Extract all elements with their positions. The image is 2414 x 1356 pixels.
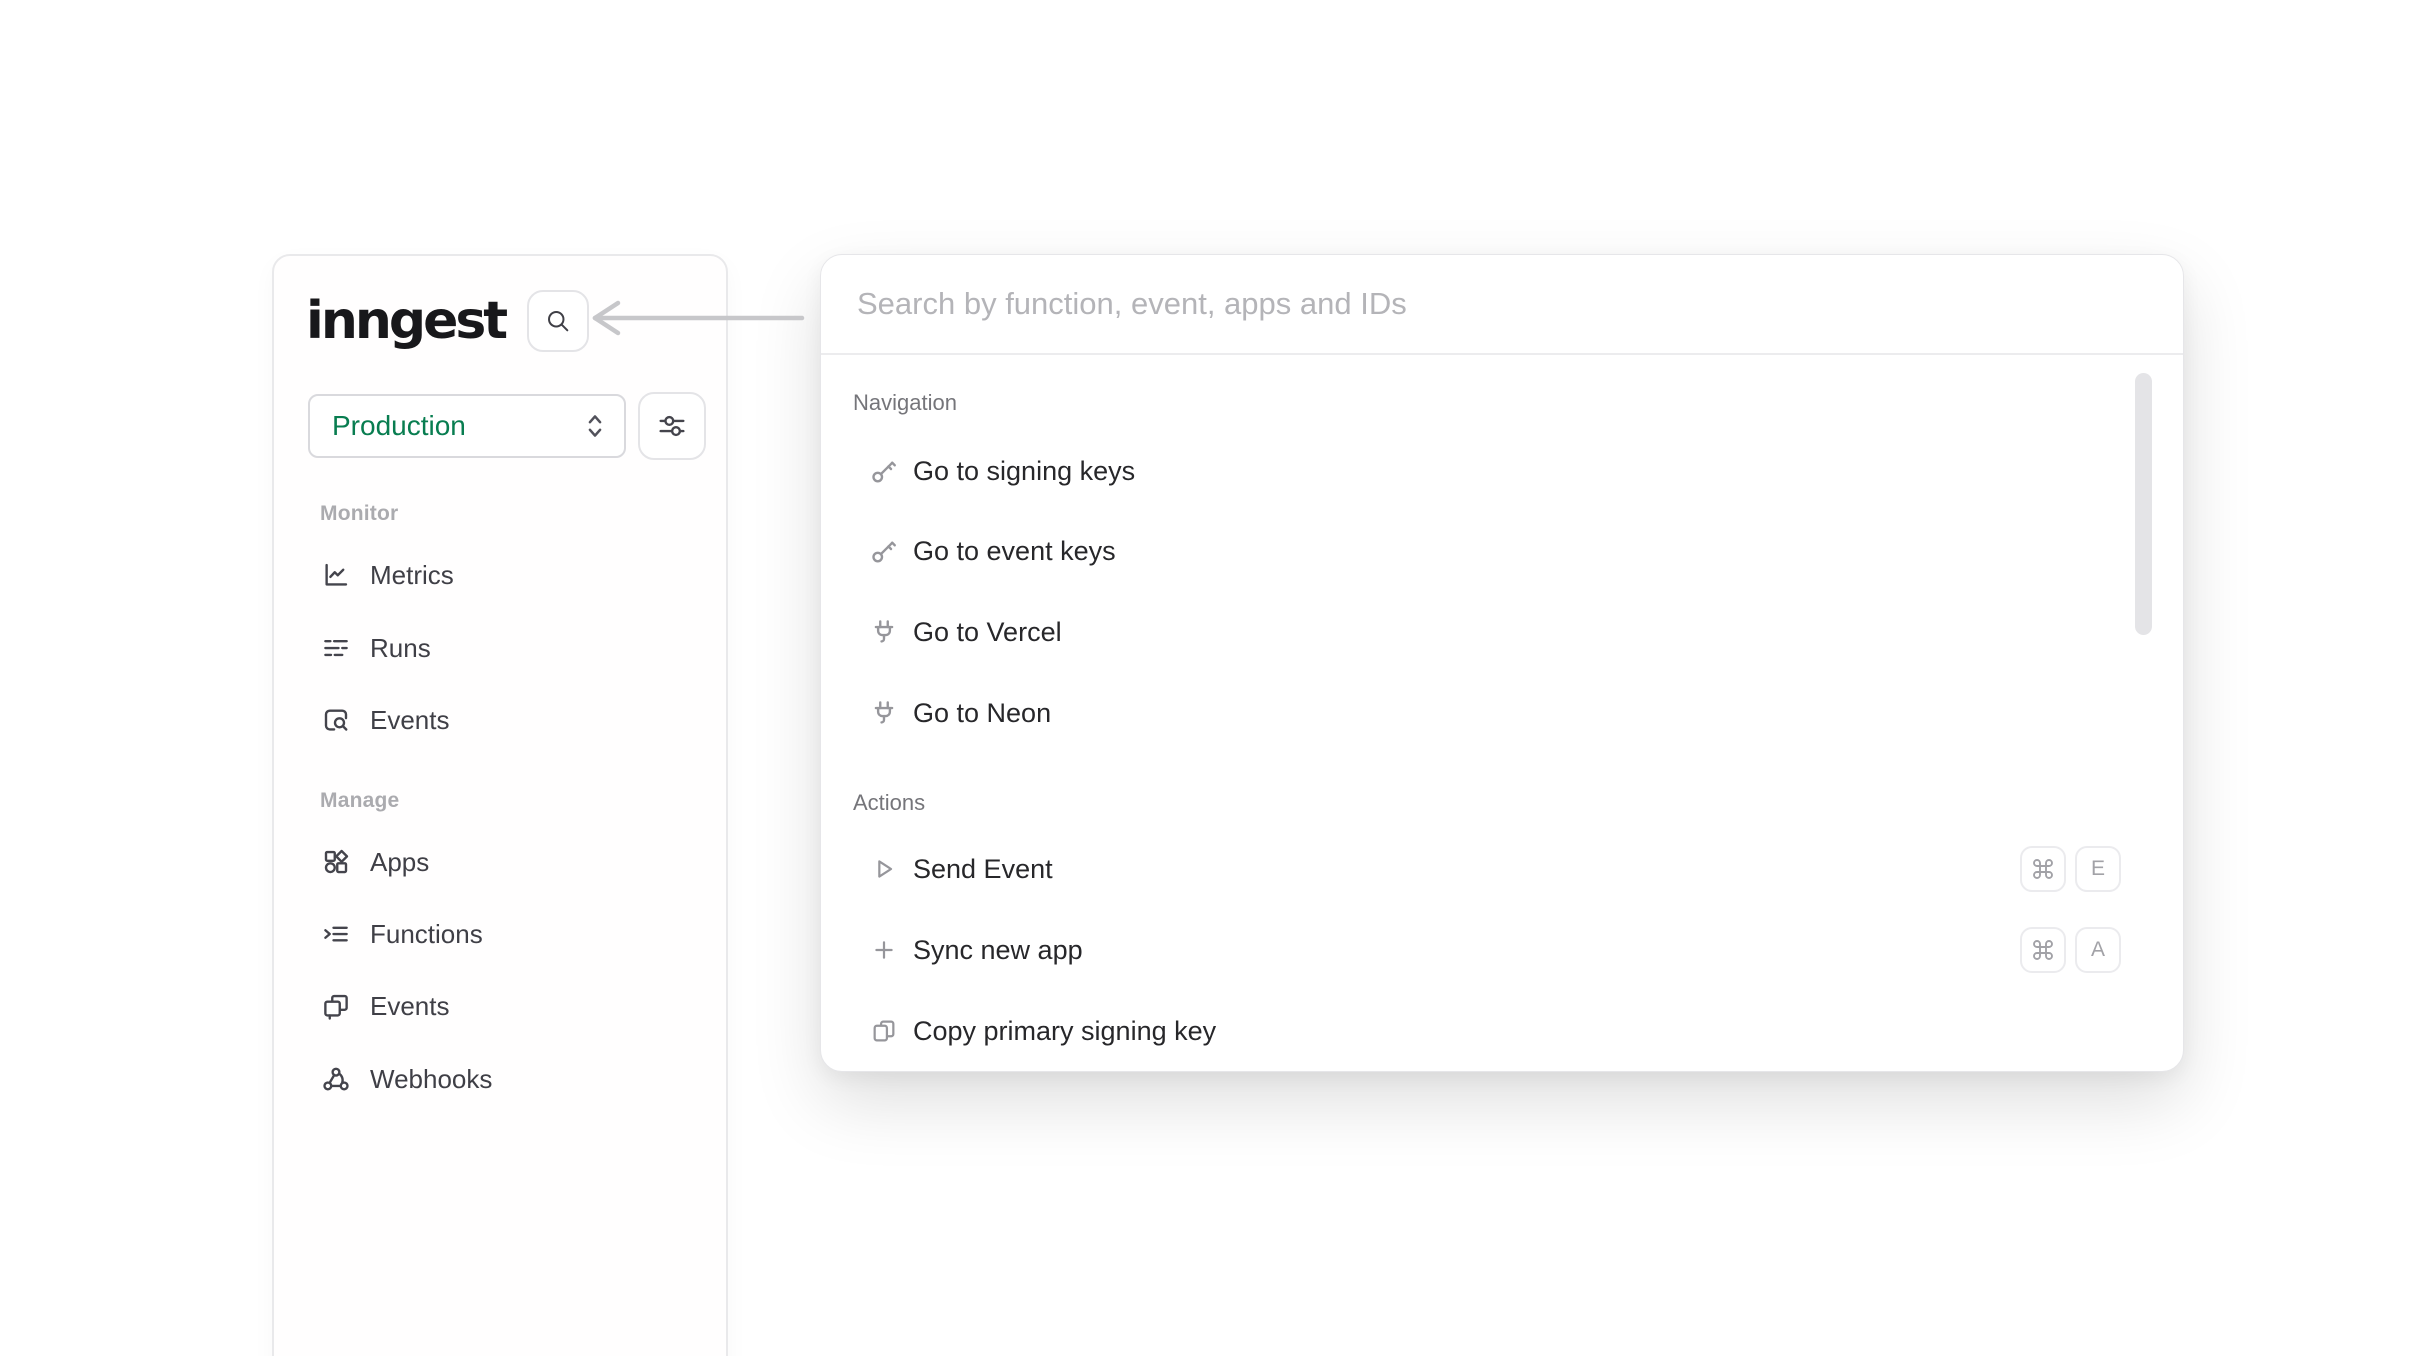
sidebar-item-label: Events (370, 705, 450, 736)
palette-search-bar (821, 255, 2183, 355)
sidebar-item-label: Runs (370, 633, 431, 664)
section-label-manage: Manage (320, 789, 399, 813)
section-label-monitor: Monitor (320, 502, 398, 526)
palette-item-label: Go to Vercel (913, 617, 1062, 648)
group-label-navigation: Navigation (853, 390, 957, 416)
chart-line-icon (320, 559, 352, 591)
sidebar: inngest Production (272, 254, 728, 1356)
arrow-left-annotation-icon (578, 296, 808, 340)
command-key-icon (2020, 927, 2066, 973)
palette-item-copy-primary-signing-key[interactable]: Copy primary signing key (837, 1003, 2121, 1059)
palette-item-sync-new-app[interactable]: Sync new app A (837, 922, 2121, 978)
environment-settings-button[interactable] (638, 392, 706, 460)
sidebar-item-events-manage[interactable]: Events (320, 984, 450, 1028)
sidebar-item-label: Metrics (370, 560, 454, 591)
function-list-icon (320, 918, 352, 950)
sliders-icon (656, 410, 688, 442)
sidebar-item-label: Events (370, 991, 450, 1022)
palette-item-label: Sync new app (913, 935, 1083, 966)
plus-icon (869, 935, 899, 965)
copy-icon (869, 1016, 899, 1046)
palette-item-go-to-vercel[interactable]: Go to Vercel (837, 604, 2121, 660)
palette-item-label: Send Event (913, 854, 1053, 885)
events-stack-icon (320, 990, 352, 1022)
palette-item-go-to-neon[interactable]: Go to Neon (837, 685, 2121, 741)
palette-item-send-event[interactable]: Send Event E (837, 841, 2121, 897)
sidebar-item-webhooks[interactable]: Webhooks (320, 1057, 492, 1101)
sidebar-item-label: Functions (370, 919, 483, 950)
shortcut-sync-new-app: A (2020, 927, 2121, 973)
sidebar-item-label: Apps (370, 847, 429, 878)
environment-selector-value: Production (332, 410, 466, 442)
command-palette: Navigation Go to signing keys Go to even… (820, 254, 2184, 1072)
sidebar-item-functions[interactable]: Functions (320, 912, 483, 956)
palette-item-label: Go to Neon (913, 698, 1051, 729)
palette-item-label: Copy primary signing key (913, 1016, 1216, 1047)
sidebar-item-metrics[interactable]: Metrics (320, 553, 454, 597)
palette-item-label: Go to event keys (913, 536, 1116, 567)
play-icon (869, 854, 899, 884)
palette-item-label: Go to signing keys (913, 456, 1135, 487)
inngest-logo: inngest (306, 295, 505, 347)
document-search-icon (320, 704, 352, 736)
command-key-icon (2020, 846, 2066, 892)
plug-icon (869, 617, 899, 647)
key-letter: E (2075, 846, 2121, 892)
environment-row: Production (308, 392, 706, 460)
search-icon (544, 307, 572, 335)
palette-item-go-to-event-keys[interactable]: Go to event keys (837, 523, 2121, 579)
key-letter: A (2075, 927, 2121, 973)
sidebar-item-label: Webhooks (370, 1064, 492, 1095)
palette-search-input[interactable] (821, 255, 2183, 353)
webhook-icon (320, 1063, 352, 1095)
sidebar-item-apps[interactable]: Apps (320, 840, 429, 884)
apps-grid-icon (320, 846, 352, 878)
plug-icon (869, 698, 899, 728)
shortcut-send-event: E (2020, 846, 2121, 892)
key-icon (869, 456, 899, 486)
sidebar-item-events-monitor[interactable]: Events (320, 698, 450, 742)
palette-scrollbar[interactable] (2135, 373, 2152, 635)
group-label-actions: Actions (853, 790, 925, 816)
sidebar-item-runs[interactable]: Runs (320, 626, 431, 670)
sidebar-header: inngest (306, 290, 589, 352)
key-icon (869, 536, 899, 566)
page: inngest Production (0, 0, 2414, 1356)
list-dashes-icon (320, 632, 352, 664)
environment-selector[interactable]: Production (308, 394, 626, 458)
palette-item-go-to-signing-keys[interactable]: Go to signing keys (837, 443, 2121, 499)
chevron-up-down-icon (584, 412, 606, 440)
